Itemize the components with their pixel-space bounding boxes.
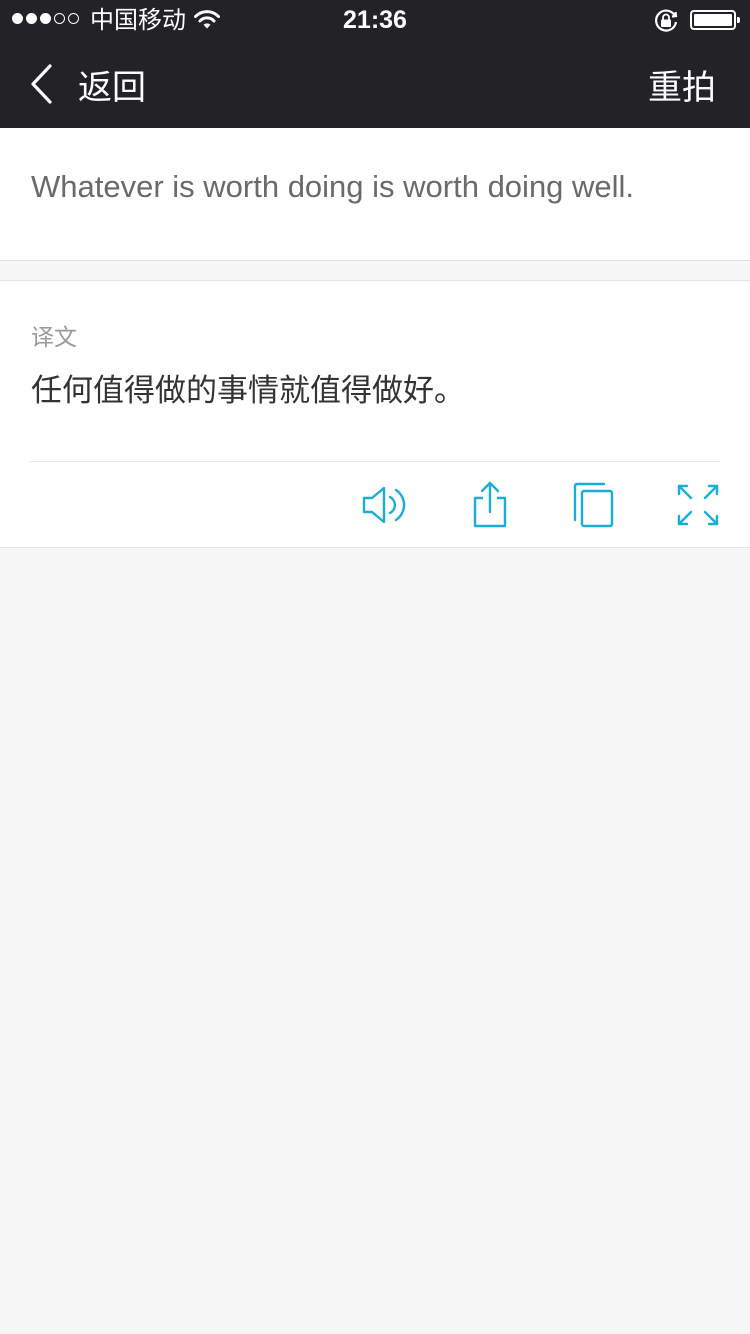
chevron-left-icon — [31, 64, 52, 104]
fullscreen-icon — [677, 484, 719, 526]
retake-button[interactable]: 重拍 — [648, 40, 716, 128]
top-bar: 中国移动 21:36 返回 重拍 — [0, 0, 750, 128]
source-text: Whatever is worth doing is worth doing w… — [31, 169, 635, 204]
share-button[interactable] — [464, 481, 514, 528]
back-button[interactable]: 返回 — [28, 40, 146, 128]
fullscreen-button[interactable] — [673, 482, 723, 528]
action-bar — [0, 462, 750, 547]
translation-text: 任何值得做的事情就值得做好。 — [31, 373, 465, 409]
copy-button[interactable] — [570, 482, 620, 528]
speak-button[interactable] — [362, 482, 412, 528]
nav-bar: 返回 重拍 — [0, 40, 750, 128]
translation-card: 译文 任何值得做的事情就值得做好。 — [0, 280, 750, 548]
source-card: Whatever is worth doing is worth doing w… — [0, 128, 750, 261]
speaker-icon — [362, 486, 406, 524]
copy-icon — [573, 482, 614, 528]
back-label: 返回 — [78, 67, 146, 108]
orientation-lock-icon — [655, 9, 678, 32]
translation-label: 译文 — [31, 325, 77, 351]
share-icon — [473, 481, 507, 528]
battery-icon — [690, 10, 740, 30]
status-time: 21:36 — [343, 6, 407, 34]
status-bar: 中国移动 21:36 — [0, 0, 750, 40]
